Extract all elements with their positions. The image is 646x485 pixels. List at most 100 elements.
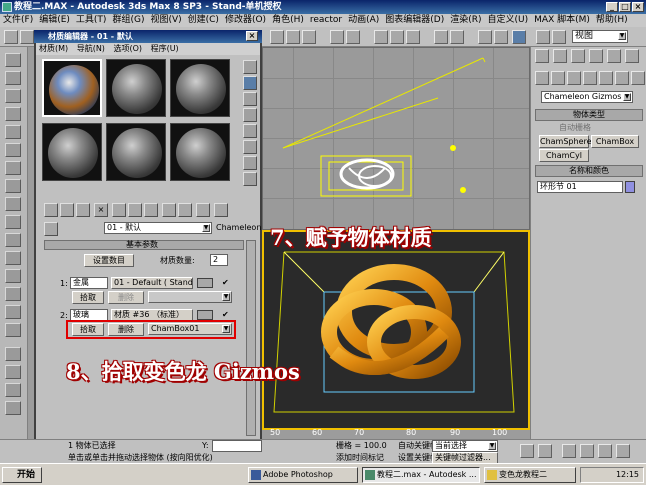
angle-snap-icon[interactable] bbox=[390, 30, 404, 44]
systems-icon[interactable] bbox=[5, 161, 21, 175]
pan-icon[interactable] bbox=[598, 444, 612, 458]
chamcyl-button[interactable]: ChamCyl bbox=[539, 149, 589, 162]
menu-rendering[interactable]: 渲染(R) bbox=[450, 15, 481, 25]
cameras-category-icon[interactable] bbox=[583, 71, 597, 85]
perspective-viewport[interactable] bbox=[262, 230, 530, 430]
pick-gizmo-button[interactable]: 拾取 bbox=[72, 291, 104, 304]
cylinder-icon[interactable] bbox=[5, 215, 21, 229]
remove-gizmo-button[interactable]: 删除 bbox=[108, 291, 144, 304]
chamsphere-button[interactable]: ChamSphere bbox=[539, 135, 592, 148]
make-preview-icon[interactable] bbox=[243, 140, 257, 154]
material-assign-button[interactable]: 01 - Default ( Standard ) bbox=[111, 277, 193, 289]
render-scene-icon[interactable] bbox=[536, 30, 550, 44]
spacewarps-icon[interactable] bbox=[5, 143, 21, 157]
put-to-library-icon[interactable] bbox=[128, 203, 142, 217]
object-type-rollout[interactable]: 物体类型 bbox=[535, 109, 643, 121]
menu-tools[interactable]: 工具(T) bbox=[76, 15, 107, 25]
assign-to-selection-icon[interactable] bbox=[76, 203, 90, 217]
menu-navigation[interactable]: 导航(N) bbox=[77, 44, 105, 53]
lights-category-icon[interactable] bbox=[567, 71, 581, 85]
menu-group[interactable]: 群组(G) bbox=[112, 15, 144, 25]
helpers-icon[interactable] bbox=[5, 125, 21, 139]
menu-character[interactable]: 角色(H) bbox=[272, 15, 304, 25]
menu-graph-editors[interactable]: 图表编辑器(D) bbox=[385, 15, 444, 25]
curve-editor-icon[interactable] bbox=[478, 30, 492, 44]
set-count-button[interactable]: 设置数目 bbox=[84, 254, 134, 267]
percent-snap-icon[interactable] bbox=[406, 30, 420, 44]
material-slot-name-field[interactable]: 金属 bbox=[70, 277, 108, 289]
pyramid-icon[interactable] bbox=[5, 305, 21, 319]
render-view-select[interactable]: 视图 ▼ bbox=[572, 30, 628, 43]
shapes-icon[interactable] bbox=[5, 71, 21, 85]
reference-coord-icon[interactable] bbox=[330, 30, 344, 44]
object-name-field[interactable]: 环形节 01 bbox=[537, 181, 623, 193]
menu-material[interactable]: 材质(M) bbox=[39, 44, 68, 53]
menu-modifiers[interactable]: 修改器(O) bbox=[225, 15, 266, 25]
motion-tab-icon[interactable] bbox=[589, 49, 603, 63]
hierarchy-tab-icon[interactable] bbox=[571, 49, 585, 63]
cone-icon[interactable] bbox=[5, 269, 21, 283]
menu-customize[interactable]: 自定义(U) bbox=[488, 15, 529, 25]
add-time-tag-button[interactable]: 添加时间标记 bbox=[336, 453, 384, 463]
top-viewport[interactable] bbox=[262, 47, 530, 230]
material-slot-6[interactable] bbox=[170, 123, 230, 181]
sample-uv-tiling-icon[interactable] bbox=[243, 108, 257, 122]
utilities-tab-icon[interactable] bbox=[625, 49, 639, 63]
tube-icon[interactable] bbox=[5, 287, 21, 301]
plane-icon[interactable] bbox=[5, 323, 21, 337]
menu-maxscript[interactable]: MAX 脚本(M) bbox=[534, 15, 590, 25]
material-type-label[interactable]: Chameleon bbox=[216, 223, 261, 233]
pivot-icon[interactable] bbox=[346, 30, 360, 44]
quick-render-icon[interactable] bbox=[552, 30, 566, 44]
zoom-icon[interactable] bbox=[562, 444, 576, 458]
systems-category-icon[interactable] bbox=[631, 71, 645, 85]
gizmo-dropdown[interactable]: ▼ bbox=[148, 291, 232, 303]
material-enable-checkbox[interactable]: ✔ bbox=[222, 311, 230, 319]
make-unique-icon[interactable] bbox=[112, 203, 126, 217]
show-map-in-viewport-icon[interactable] bbox=[162, 203, 176, 217]
snap-icon[interactable] bbox=[374, 30, 388, 44]
menu-file[interactable]: 文件(F) bbox=[3, 15, 33, 25]
arc-rotate-icon[interactable] bbox=[616, 444, 630, 458]
undo-icon[interactable] bbox=[4, 30, 18, 44]
material-slot-2[interactable] bbox=[106, 59, 166, 117]
material-slot-5[interactable] bbox=[106, 123, 166, 181]
mirror-icon[interactable] bbox=[434, 30, 448, 44]
material-editor-scrollbar[interactable] bbox=[246, 240, 256, 436]
select-move-icon[interactable] bbox=[270, 30, 284, 44]
create-tab-icon[interactable] bbox=[535, 49, 549, 63]
redo-icon[interactable] bbox=[20, 30, 34, 44]
teapot-icon[interactable] bbox=[5, 251, 21, 265]
play-icon[interactable] bbox=[520, 444, 534, 458]
menu-reactor[interactable]: reactor bbox=[310, 15, 342, 25]
pick-material-from-object-icon[interactable] bbox=[44, 222, 58, 236]
selection-set-dropdown[interactable]: 当前选择 ▼ bbox=[432, 440, 498, 452]
geometry-icon[interactable] bbox=[5, 53, 21, 67]
zoom-all-icon[interactable] bbox=[580, 444, 594, 458]
put-to-scene-icon[interactable] bbox=[60, 203, 74, 217]
maximize-button[interactable]: □ bbox=[619, 2, 631, 12]
y-coordinate-field[interactable] bbox=[212, 440, 262, 452]
task-3dsmax[interactable]: 教程二.max - Autodesk ... bbox=[362, 467, 480, 483]
sphere-icon[interactable] bbox=[5, 197, 21, 211]
select-rotate-icon[interactable] bbox=[286, 30, 300, 44]
reset-map-icon[interactable]: × bbox=[94, 203, 108, 217]
material-name-field[interactable]: 01 - 默认 ▼ bbox=[104, 222, 212, 234]
task-tutorial-folder[interactable]: 变色龙教程二 bbox=[484, 467, 576, 483]
menu-options[interactable]: 选项(O) bbox=[113, 44, 142, 53]
start-button[interactable]: 开始 bbox=[2, 467, 42, 483]
minimize-button[interactable]: _ bbox=[606, 2, 618, 12]
material-enable-checkbox[interactable]: ✔ bbox=[222, 279, 230, 287]
menu-create[interactable]: 创建(C) bbox=[188, 15, 219, 25]
schematic-view-icon[interactable] bbox=[494, 30, 508, 44]
align-icon[interactable] bbox=[450, 30, 464, 44]
lights-icon[interactable] bbox=[5, 89, 21, 103]
particles-icon[interactable] bbox=[5, 347, 21, 361]
modify-tab-icon[interactable] bbox=[553, 49, 567, 63]
name-color-rollout[interactable]: 名称和颜色 bbox=[535, 165, 643, 177]
spacewarps-category-icon[interactable] bbox=[615, 71, 629, 85]
video-color-check-icon[interactable] bbox=[243, 124, 257, 138]
chambox-button[interactable]: ChamBox bbox=[591, 135, 639, 148]
box-icon[interactable] bbox=[5, 179, 21, 193]
nurbs-icon[interactable] bbox=[5, 383, 21, 397]
